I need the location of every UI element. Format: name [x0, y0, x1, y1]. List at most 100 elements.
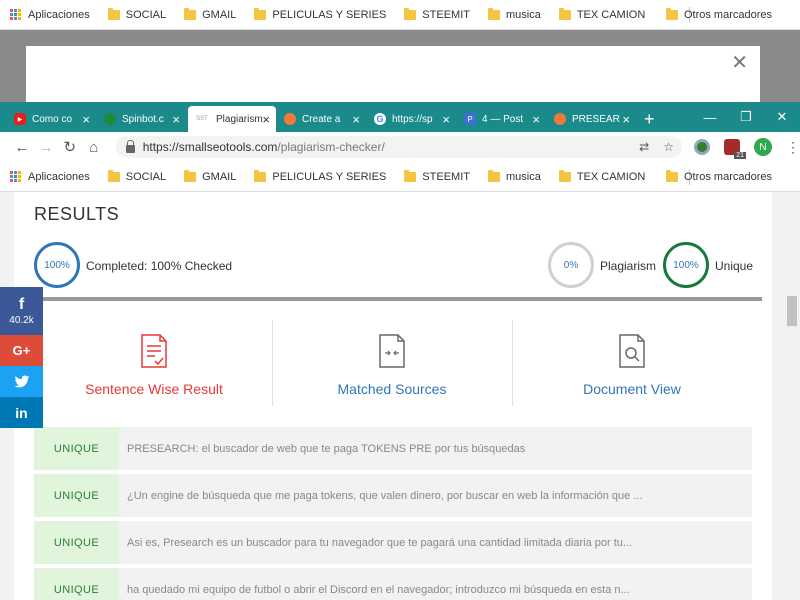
bookmark-social[interactable]: SOCIAL — [107, 7, 166, 21]
google-plus-icon: G+ — [12, 343, 31, 358]
bookmarks-bar: Aplicaciones SOCIAL GMAIL PELICULAS Y SE… — [0, 162, 800, 192]
extension-badge: 21 — [734, 152, 746, 159]
page-scrollbar[interactable] — [784, 192, 800, 600]
tab-close-icon[interactable]: × — [352, 112, 360, 127]
completed-label: Completed: 100% Checked — [86, 259, 233, 273]
unique-circle: 100% — [663, 242, 709, 288]
extension-badge-button[interactable]: 21 — [723, 139, 746, 159]
tab-label: https://sp — [392, 113, 433, 125]
document-view-button[interactable]: Document View — [512, 320, 752, 406]
facebook-count: 40.2k — [9, 315, 34, 326]
close-window-icon[interactable]: ✕ — [764, 109, 800, 125]
tab-close-icon[interactable]: × — [532, 112, 540, 127]
bookmark-musica[interactable]: musica — [487, 169, 541, 183]
facebook-icon: f — [18, 296, 25, 313]
apps-grid-icon — [10, 8, 22, 21]
folder-icon — [254, 7, 267, 20]
linkedin-share-button[interactable]: in — [0, 397, 43, 428]
restore-icon[interactable]: ❐ — [728, 109, 764, 125]
translate-icon[interactable]: ⇄ — [639, 140, 649, 154]
apps-shortcut[interactable]: Aplicaciones — [10, 170, 90, 183]
apps-shortcut[interactable]: Aplicaciones — [10, 8, 90, 21]
sentence-text: ¿Un engine de búsqueda que me paga token… — [127, 489, 643, 502]
sentence-text: Asi es, Presearch es un buscador para tu… — [127, 536, 633, 549]
folder-icon — [558, 7, 571, 20]
bookmark-musica[interactable]: musica — [487, 7, 541, 21]
bookmark-label: STEEMIT — [422, 170, 470, 183]
browser-tab[interactable]: ▶ Como co × — [8, 106, 96, 132]
progress-bar — [36, 297, 762, 301]
bookmark-peliculas[interactable]: PELICULAS Y SERIES — [254, 7, 386, 21]
forward-arrow-icon[interactable]: → — [34, 139, 58, 156]
matched-sources-button[interactable]: Matched Sources — [272, 320, 512, 406]
folder-icon — [254, 169, 267, 182]
reload-icon[interactable]: ↻ — [58, 138, 82, 156]
bookmark-other[interactable]: Otros marcadores — [665, 7, 772, 21]
modal-dialog: ✕ — [26, 46, 760, 102]
close-icon[interactable]: ✕ — [731, 50, 748, 75]
address-bar[interactable]: https://smallseotools.com/plagiarism-che… — [115, 136, 682, 158]
results-title: RESULTS — [34, 204, 120, 224]
back-arrow-icon[interactable]: ← — [10, 139, 34, 156]
extension-globe-icon[interactable] — [693, 139, 710, 155]
spinbot-icon — [104, 113, 116, 125]
unique-tag: UNIQUE — [34, 474, 119, 517]
profile-avatar[interactable]: N — [753, 138, 772, 156]
bookmark-other[interactable]: Otros marcadores — [665, 169, 772, 183]
facebook-share-button[interactable]: f 40.2k — [0, 287, 43, 335]
bookmark-label: PELICULAS Y SERIES — [272, 170, 387, 183]
tab-close-icon[interactable]: × — [442, 112, 450, 127]
tab-close-icon[interactable]: × — [622, 112, 630, 127]
post-icon: P — [464, 113, 476, 125]
outer-bookmarks-bar: Aplicaciones SOCIAL GMAIL PELICULAS Y SE… — [0, 0, 800, 30]
bookmark-label: musica — [505, 8, 541, 21]
result-row: UNIQUE ha quedado mi equipo de futbol o … — [34, 568, 752, 600]
scrollbar-thumb[interactable] — [787, 296, 797, 326]
bookmark-gmail[interactable]: GMAIL — [184, 7, 237, 21]
bookmark-gmail[interactable]: GMAIL — [184, 169, 236, 183]
page-viewport: RESULTS 100% Completed: 100% Checked 0% … — [0, 192, 800, 600]
google-plus-share-button[interactable]: G+ — [0, 335, 43, 366]
browser-tab[interactable]: Create a × — [278, 106, 366, 132]
twitter-share-button[interactable] — [0, 366, 43, 397]
plagiarism-label: Plagiarism — [600, 259, 657, 273]
tab-label: Create a — [302, 113, 341, 125]
folder-icon — [487, 7, 500, 20]
presearch-icon — [554, 113, 566, 125]
tab-close-icon[interactable]: × — [262, 112, 270, 127]
home-icon[interactable]: ⌂ — [82, 139, 106, 156]
minimize-icon[interactable]: — — [692, 110, 728, 125]
bookmark-steemit[interactable]: STEEMIT — [404, 7, 470, 21]
bookmark-tex-camion[interactable]: TEX CAMION — [558, 169, 645, 183]
steemit-icon — [284, 113, 296, 125]
unique-tag: UNIQUE — [34, 568, 119, 600]
browser-tab[interactable]: P 4 — Post × — [458, 106, 546, 132]
star-icon[interactable]: ☆ — [663, 140, 674, 154]
bookmark-peliculas[interactable]: PELICULAS Y SERIES — [254, 169, 387, 183]
google-icon: G — [374, 113, 386, 125]
new-tab-icon[interactable]: + — [644, 106, 655, 132]
bookmark-label: GMAIL — [202, 8, 237, 21]
bookmark-label: Otros marcadores — [683, 8, 772, 21]
result-row: UNIQUE PRESEARCH: el buscador de web que… — [34, 427, 752, 470]
folder-icon — [184, 169, 197, 182]
browser-tab[interactable]: Spinbot.c × — [98, 106, 186, 132]
bookmark-social[interactable]: SOCIAL — [107, 169, 167, 183]
browser-tab-active[interactable]: SST Plagiarism × — [188, 106, 276, 132]
tab-close-icon[interactable]: × — [172, 112, 180, 127]
folder-icon — [404, 7, 417, 20]
url-host: https://smallseotools.com — [142, 140, 278, 154]
sentence-text: PRESEARCH: el buscador de web que te pag… — [127, 442, 526, 455]
lock-icon — [125, 140, 135, 153]
browser-tab[interactable]: PRESEAR × — [548, 106, 636, 132]
bookmark-label: musica — [505, 170, 541, 183]
bookmark-steemit[interactable]: STEEMIT — [404, 169, 470, 183]
menu-kebab-icon[interactable]: ⋮ — [786, 139, 800, 156]
sentence-wise-result-button[interactable]: Sentence Wise Result — [34, 320, 274, 406]
tab-close-icon[interactable]: × — [82, 112, 90, 127]
bookmark-label: STEEMIT — [422, 8, 470, 21]
bookmark-label: SOCIAL — [125, 170, 167, 183]
matched-sources-label: Matched Sources — [337, 381, 447, 397]
bookmark-tex-camion[interactable]: TEX CAMION — [558, 7, 645, 21]
browser-tab[interactable]: Ghttps://sp × — [368, 106, 456, 132]
